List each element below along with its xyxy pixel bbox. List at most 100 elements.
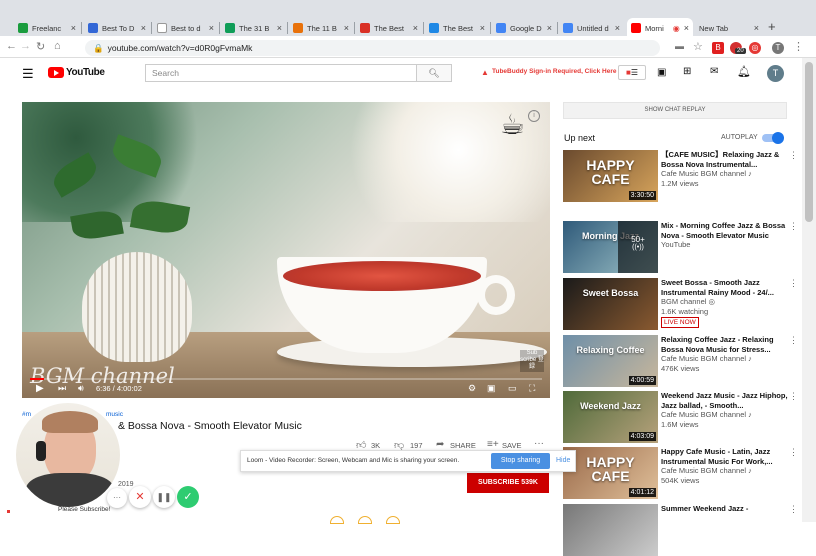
scrollbar-thumb[interactable]	[805, 62, 813, 222]
up-next-menu-icon[interactable]: ⋮	[789, 335, 798, 346]
tab-close-icon[interactable]: ×	[615, 23, 620, 33]
tab-close-icon[interactable]: ×	[480, 23, 485, 33]
tubebuddy-menu-button[interactable]: ■☰	[618, 65, 646, 80]
browser-tab[interactable]: The Best ×	[425, 18, 489, 38]
browser-tab[interactable]: Untitled d ×	[559, 18, 624, 38]
up-next-thumbnail[interactable]: Weekend Jazz 4:03:09	[563, 391, 658, 443]
url-bar[interactable]: 🔒 youtube.com/watch?v=d0R0gFvmaMk	[85, 40, 660, 56]
webcam-bubble[interactable]	[14, 401, 122, 509]
up-next-thumbnail[interactable]: HAPPY CAFE 3:30:50	[563, 150, 658, 202]
tab-close-icon[interactable]: ×	[547, 23, 552, 33]
up-next-menu-icon[interactable]: ⋮	[789, 221, 798, 232]
browser-menu-icon[interactable]: ⋮	[793, 40, 804, 53]
cast-icon[interactable]: ▬	[675, 41, 684, 51]
account-avatar[interactable]: T	[767, 65, 784, 82]
tab-close-icon[interactable]: ×	[754, 23, 759, 33]
tubebuddy-signin-link[interactable]: TubeBuddy Sign-in Required, Click Here	[492, 68, 616, 75]
share-icon[interactable]: ➦	[436, 439, 444, 450]
info-icon[interactable]: i	[528, 110, 540, 122]
up-next-title[interactable]: Sweet Bossa - Smooth Jazz Instrumental R…	[661, 278, 791, 297]
settings-gear-icon[interactable]: ⚙	[468, 383, 476, 394]
up-next-title[interactable]: Happy Cafe Music - Latin, Jazz Instrumen…	[661, 447, 791, 466]
webcam-more-button[interactable]: ···	[107, 488, 127, 508]
tab-close-icon[interactable]: ×	[413, 23, 418, 33]
reload-icon[interactable]: ↻	[36, 40, 45, 53]
up-next-thumbnail[interactable]: HAPPY CAFE 4:01:12	[563, 447, 658, 499]
home-icon[interactable]: ⌂	[54, 40, 61, 52]
up-next-channel[interactable]: YouTube	[661, 240, 690, 250]
up-next-channel[interactable]: Cafe Music BGM channel ♪	[661, 410, 752, 420]
search-input[interactable]: Search	[145, 64, 417, 82]
new-tab-icon[interactable]: +	[768, 19, 776, 34]
up-next-title[interactable]: 【CAFE MUSIC】Relaxing Jazz & Bossa Nova I…	[661, 150, 791, 169]
play-icon[interactable]: ▶	[36, 383, 44, 394]
browser-tab[interactable]: Best to d ×	[153, 18, 218, 38]
up-next-thumbnail[interactable]	[563, 504, 658, 556]
tab-close-icon[interactable]: ×	[209, 23, 214, 33]
share-button[interactable]: SHARE	[450, 441, 476, 450]
video-hashtag-link[interactable]: music	[106, 411, 123, 418]
youtube-logo-text[interactable]: YouTube	[66, 67, 105, 78]
browser-tab[interactable]: The Best ×	[356, 18, 422, 38]
tab-close-icon[interactable]: ×	[344, 23, 349, 33]
up-next-menu-icon[interactable]: ⋮	[789, 391, 798, 402]
up-next-menu-icon[interactable]: ⋮	[789, 504, 798, 515]
video-progress-bar[interactable]	[30, 378, 542, 380]
up-next-thumbnail[interactable]: Relaxing Coffee 4:00:59	[563, 335, 658, 387]
tab-close-icon[interactable]: ×	[141, 23, 146, 33]
page-scrollbar[interactable]	[802, 58, 816, 522]
browser-tab[interactable]: Freelanc ×	[14, 18, 80, 38]
tab-close-icon[interactable]: ×	[277, 23, 282, 33]
next-icon[interactable]: ⏭︎	[58, 383, 66, 394]
browser-tab[interactable]: Best To D ×	[84, 18, 150, 38]
browser-tab[interactable]: The 11 B ×	[289, 18, 353, 38]
browser-tab[interactable]: Morni ◉ ×	[627, 18, 693, 38]
tab-close-icon[interactable]: ×	[684, 23, 689, 33]
create-video-icon[interactable]: ▣	[657, 67, 666, 78]
up-next-title[interactable]: Summer Weekend Jazz -	[661, 504, 791, 514]
messages-icon[interactable]: ✉	[710, 66, 718, 77]
volume-icon[interactable]: 🔊︎	[78, 383, 84, 394]
fullscreen-icon[interactable]: ⛶	[529, 383, 535, 394]
up-next-menu-icon[interactable]: ⋮	[789, 278, 798, 289]
profile-avatar-icon[interactable]: T	[772, 42, 784, 54]
up-next-channel[interactable]: Cafe Music BGM channel ♪	[661, 466, 752, 476]
show-chat-replay-button[interactable]: SHOW CHAT REPLAY	[563, 102, 787, 119]
up-next-title[interactable]: Relaxing Coffee Jazz - Relaxing Bossa No…	[661, 335, 791, 354]
save-button[interactable]: SAVE	[502, 441, 521, 450]
up-next-menu-icon[interactable]: ⋮	[789, 447, 798, 458]
apps-grid-icon[interactable]: ⊞	[683, 66, 691, 77]
hamburger-menu-icon[interactable]: ☰	[22, 66, 34, 82]
up-next-thumbnail[interactable]: Morning Jazz 50+ ((•))	[563, 221, 658, 273]
extension-record-icon[interactable]: ◎	[749, 42, 761, 54]
up-next-channel[interactable]: Cafe Music BGM channel ♪	[661, 354, 752, 364]
more-actions-icon[interactable]: ···	[534, 438, 544, 449]
browser-tab[interactable]: Google D ×	[492, 18, 556, 38]
up-next-title[interactable]: Mix - Morning Coffee Jazz & Bossa Nova -…	[661, 221, 791, 240]
autoplay-toggle[interactable]	[762, 132, 784, 144]
up-next-channel[interactable]: Cafe Music BGM channel ♪	[661, 169, 752, 179]
save-playlist-icon[interactable]: ≡+	[487, 439, 499, 450]
extension-tubebuddy-icon[interactable]: B	[712, 42, 724, 54]
browser-tab[interactable]: New Tab ×	[695, 18, 763, 38]
miniplayer-icon[interactable]: ▣	[487, 383, 496, 394]
video-player[interactable]: ☕︎ i BGM channel Sub scribe 登録 ▶ ⏭︎ 🔊︎ 6…	[22, 102, 550, 398]
back-icon[interactable]: ←	[6, 40, 17, 52]
theater-mode-icon[interactable]: ▭	[508, 383, 517, 394]
video-subscribe-watermark[interactable]: Sub scribe 登録	[520, 350, 544, 372]
notifications-bell-icon[interactable]: 🔔︎	[737, 65, 751, 78]
loom-hide-button[interactable]: Hide	[556, 457, 570, 464]
up-next-thumbnail[interactable]: Sweet Bossa	[563, 278, 658, 330]
browser-tab[interactable]: The 31 B ×	[221, 18, 286, 38]
loom-finish-icon[interactable]: ✓	[177, 486, 199, 508]
subscribe-button[interactable]: SUBSCRIBE 539K	[467, 473, 549, 493]
loom-pause-icon[interactable]: ❚❚	[153, 486, 175, 508]
loom-stop-sharing-button[interactable]: Stop sharing	[491, 453, 550, 469]
forward-icon[interactable]: →	[20, 40, 31, 52]
bookmark-star-icon[interactable]: ☆	[693, 40, 703, 53]
up-next-title[interactable]: Weekend Jazz Music - Jazz Hiphop, Jazz b…	[661, 391, 791, 410]
search-button[interactable]: 🔍︎	[416, 64, 452, 82]
youtube-logo-icon[interactable]	[48, 67, 64, 78]
up-next-menu-icon[interactable]: ⋮	[789, 150, 798, 161]
up-next-channel[interactable]: BGM channel ◎	[661, 297, 715, 307]
